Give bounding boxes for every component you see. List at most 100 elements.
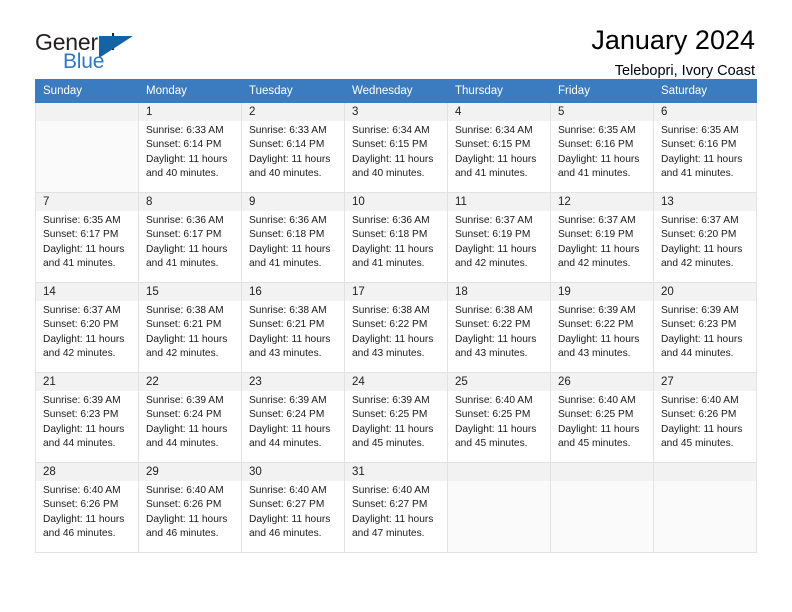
daylight-text-line2: and 44 minutes. xyxy=(661,348,734,360)
calendar-cell-day-13[interactable]: 13 Sunrise: 6:37 AM Sunset: 6:20 PM Dayligh… xyxy=(653,192,757,283)
sunset-text: Sunset: 6:27 PM xyxy=(249,499,325,511)
calendar-cell-day-22[interactable]: 22 Sunrise: 6:39 AM Sunset: 6:24 PM Dayligh… xyxy=(138,372,242,463)
sunset-text: Sunset: 6:14 PM xyxy=(146,139,222,151)
daylight-text-line1: Daylight: 11 hours xyxy=(249,153,331,165)
daylight-text-line2: and 41 minutes. xyxy=(146,258,219,270)
daylight-text-line2: and 41 minutes. xyxy=(558,168,631,180)
sunset-text: Sunset: 6:26 PM xyxy=(146,499,222,511)
day-details: Sunrise: 6:34 AM Sunset: 6:15 PM Daylight:… xyxy=(345,121,447,182)
sunset-text: Sunset: 6:26 PM xyxy=(661,409,737,421)
day-details: Sunrise: 6:40 AM Sunset: 6:26 PM Daylight:… xyxy=(36,481,138,542)
calendar-cell-empty xyxy=(653,462,757,553)
sunset-text: Sunset: 6:19 PM xyxy=(455,229,531,241)
calendar-cell-day-12[interactable]: 12 Sunrise: 6:37 AM Sunset: 6:19 PM Dayligh… xyxy=(550,192,654,283)
day-number: 29 xyxy=(139,463,241,481)
calendar-cell-day-23[interactable]: 23 Sunrise: 6:39 AM Sunset: 6:24 PM Dayligh… xyxy=(241,372,345,463)
sunrise-text: Sunrise: 6:40 AM xyxy=(249,485,327,496)
day-details: Sunrise: 6:36 AM Sunset: 6:18 PM Daylight:… xyxy=(345,211,447,272)
calendar-cell-day-7[interactable]: 7 Sunrise: 6:35 AM Sunset: 6:17 PM Daylight… xyxy=(35,192,139,283)
calendar-cell-day-27[interactable]: 27 Sunrise: 6:40 AM Sunset: 6:26 PM Dayligh… xyxy=(653,372,757,463)
calendar-cell-day-4[interactable]: 4 Sunrise: 6:34 AM Sunset: 6:15 PM Daylight… xyxy=(447,102,551,193)
daylight-text-line1: Daylight: 11 hours xyxy=(249,243,331,255)
calendar-cell-day-20[interactable]: 20 Sunrise: 6:39 AM Sunset: 6:23 PM Dayligh… xyxy=(653,282,757,373)
sunset-text: Sunset: 6:21 PM xyxy=(146,319,222,331)
daylight-text-line1: Daylight: 11 hours xyxy=(352,243,434,255)
day-details: Sunrise: 6:38 AM Sunset: 6:21 PM Daylight:… xyxy=(139,301,241,362)
sunset-text: Sunset: 6:24 PM xyxy=(146,409,222,421)
sunrise-text: Sunrise: 6:35 AM xyxy=(558,125,636,136)
daylight-text-line1: Daylight: 11 hours xyxy=(352,333,434,345)
calendar-cell-day-6[interactable]: 6 Sunrise: 6:35 AM Sunset: 6:16 PM Daylight… xyxy=(653,102,757,193)
calendar-cell-day-5[interactable]: 5 Sunrise: 6:35 AM Sunset: 6:16 PM Daylight… xyxy=(550,102,654,193)
calendar-cell-day-31[interactable]: 31 Sunrise: 6:40 AM Sunset: 6:27 PM Dayligh… xyxy=(344,462,448,553)
calendar-cell-day-26[interactable]: 26 Sunrise: 6:40 AM Sunset: 6:25 PM Dayligh… xyxy=(550,372,654,463)
calendar-cell-day-1[interactable]: 1 Sunrise: 6:33 AM Sunset: 6:14 PM Daylight… xyxy=(138,102,242,193)
day-number: 2 xyxy=(242,103,344,121)
sunrise-text: Sunrise: 6:39 AM xyxy=(146,395,224,406)
calendar-cell-day-18[interactable]: 18 Sunrise: 6:38 AM Sunset: 6:22 PM Dayligh… xyxy=(447,282,551,373)
daylight-text-line2: and 44 minutes. xyxy=(146,438,219,450)
calendar-cell-day-24[interactable]: 24 Sunrise: 6:39 AM Sunset: 6:25 PM Dayligh… xyxy=(344,372,448,463)
sunset-text: Sunset: 6:19 PM xyxy=(558,229,634,241)
daylight-text-line2: and 41 minutes. xyxy=(249,258,322,270)
day-details: Sunrise: 6:37 AM Sunset: 6:20 PM Daylight:… xyxy=(36,301,138,362)
daylight-text-line2: and 42 minutes. xyxy=(43,348,116,360)
calendar-cell-day-19[interactable]: 19 Sunrise: 6:39 AM Sunset: 6:22 PM Dayligh… xyxy=(550,282,654,373)
weekday-header-wednesday: Wednesday xyxy=(344,79,448,103)
daylight-text-line2: and 42 minutes. xyxy=(455,258,528,270)
calendar-week-row: 14 Sunrise: 6:37 AM Sunset: 6:20 PM Dayligh… xyxy=(35,282,757,373)
day-number: 20 xyxy=(654,283,756,301)
calendar-cell-day-16[interactable]: 16 Sunrise: 6:38 AM Sunset: 6:21 PM Dayligh… xyxy=(241,282,345,373)
daylight-text-line2: and 40 minutes. xyxy=(352,168,425,180)
calendar-cell-day-11[interactable]: 11 Sunrise: 6:37 AM Sunset: 6:19 PM Dayligh… xyxy=(447,192,551,283)
sunset-text: Sunset: 6:17 PM xyxy=(146,229,222,241)
daylight-text-line1: Daylight: 11 hours xyxy=(43,243,125,255)
calendar-cell-day-21[interactable]: 21 Sunrise: 6:39 AM Sunset: 6:23 PM Dayligh… xyxy=(35,372,139,463)
calendar-cell-day-28[interactable]: 28 Sunrise: 6:40 AM Sunset: 6:26 PM Dayligh… xyxy=(35,462,139,553)
page-header: General Blue January 2024 Telebopri, Ivo… xyxy=(35,0,757,80)
day-details: Sunrise: 6:38 AM Sunset: 6:22 PM Daylight:… xyxy=(345,301,447,362)
day-details: Sunrise: 6:40 AM Sunset: 6:27 PM Daylight:… xyxy=(242,481,344,542)
calendar-cell-empty xyxy=(35,102,139,193)
day-details: Sunrise: 6:37 AM Sunset: 6:19 PM Daylight:… xyxy=(551,211,653,272)
calendar-week-row: 1 Sunrise: 6:33 AM Sunset: 6:14 PM Daylight… xyxy=(35,102,757,193)
sunset-text: Sunset: 6:20 PM xyxy=(661,229,737,241)
day-details: Sunrise: 6:36 AM Sunset: 6:18 PM Daylight:… xyxy=(242,211,344,272)
day-details: Sunrise: 6:38 AM Sunset: 6:22 PM Daylight:… xyxy=(448,301,550,362)
day-number-placeholder xyxy=(654,463,756,481)
day-details: Sunrise: 6:33 AM Sunset: 6:14 PM Daylight:… xyxy=(139,121,241,182)
calendar-cell-day-15[interactable]: 15 Sunrise: 6:38 AM Sunset: 6:21 PM Dayligh… xyxy=(138,282,242,373)
day-number: 10 xyxy=(345,193,447,211)
daylight-text-line2: and 40 minutes. xyxy=(146,168,219,180)
calendar-cell-day-17[interactable]: 17 Sunrise: 6:38 AM Sunset: 6:22 PM Dayligh… xyxy=(344,282,448,373)
daylight-text-line2: and 43 minutes. xyxy=(455,348,528,360)
day-details: Sunrise: 6:40 AM Sunset: 6:26 PM Daylight:… xyxy=(654,391,756,452)
daylight-text-line1: Daylight: 11 hours xyxy=(455,153,537,165)
sunset-text: Sunset: 6:23 PM xyxy=(661,319,737,331)
calendar-cell-day-8[interactable]: 8 Sunrise: 6:36 AM Sunset: 6:17 PM Daylight… xyxy=(138,192,242,283)
daylight-text-line2: and 44 minutes. xyxy=(249,438,322,450)
general-blue-logo[interactable]: General Blue xyxy=(35,26,150,74)
day-details: Sunrise: 6:35 AM Sunset: 6:17 PM Daylight:… xyxy=(36,211,138,272)
day-details: Sunrise: 6:39 AM Sunset: 6:23 PM Daylight:… xyxy=(36,391,138,452)
daylight-text-line1: Daylight: 11 hours xyxy=(455,423,537,435)
day-number: 17 xyxy=(345,283,447,301)
daylight-text-line1: Daylight: 11 hours xyxy=(661,423,743,435)
daylight-text-line1: Daylight: 11 hours xyxy=(43,513,125,525)
sunrise-text: Sunrise: 6:33 AM xyxy=(146,125,224,136)
daylight-text-line1: Daylight: 11 hours xyxy=(249,513,331,525)
logo-text-blue: Blue xyxy=(63,50,105,73)
day-number: 14 xyxy=(36,283,138,301)
day-number-placeholder xyxy=(551,463,653,481)
calendar-cell-day-10[interactable]: 10 Sunrise: 6:36 AM Sunset: 6:18 PM Dayligh… xyxy=(344,192,448,283)
calendar-cell-day-30[interactable]: 30 Sunrise: 6:40 AM Sunset: 6:27 PM Dayligh… xyxy=(241,462,345,553)
calendar-cell-day-25[interactable]: 25 Sunrise: 6:40 AM Sunset: 6:25 PM Dayligh… xyxy=(447,372,551,463)
calendar-cell-day-2[interactable]: 2 Sunrise: 6:33 AM Sunset: 6:14 PM Daylight… xyxy=(241,102,345,193)
sunrise-text: Sunrise: 6:40 AM xyxy=(661,395,739,406)
calendar-cell-day-9[interactable]: 9 Sunrise: 6:36 AM Sunset: 6:18 PM Daylight… xyxy=(241,192,345,283)
calendar-cell-day-29[interactable]: 29 Sunrise: 6:40 AM Sunset: 6:26 PM Dayligh… xyxy=(138,462,242,553)
calendar-cell-day-3[interactable]: 3 Sunrise: 6:34 AM Sunset: 6:15 PM Daylight… xyxy=(344,102,448,193)
sunset-text: Sunset: 6:24 PM xyxy=(249,409,325,421)
calendar-cell-day-14[interactable]: 14 Sunrise: 6:37 AM Sunset: 6:20 PM Dayligh… xyxy=(35,282,139,373)
day-number: 3 xyxy=(345,103,447,121)
